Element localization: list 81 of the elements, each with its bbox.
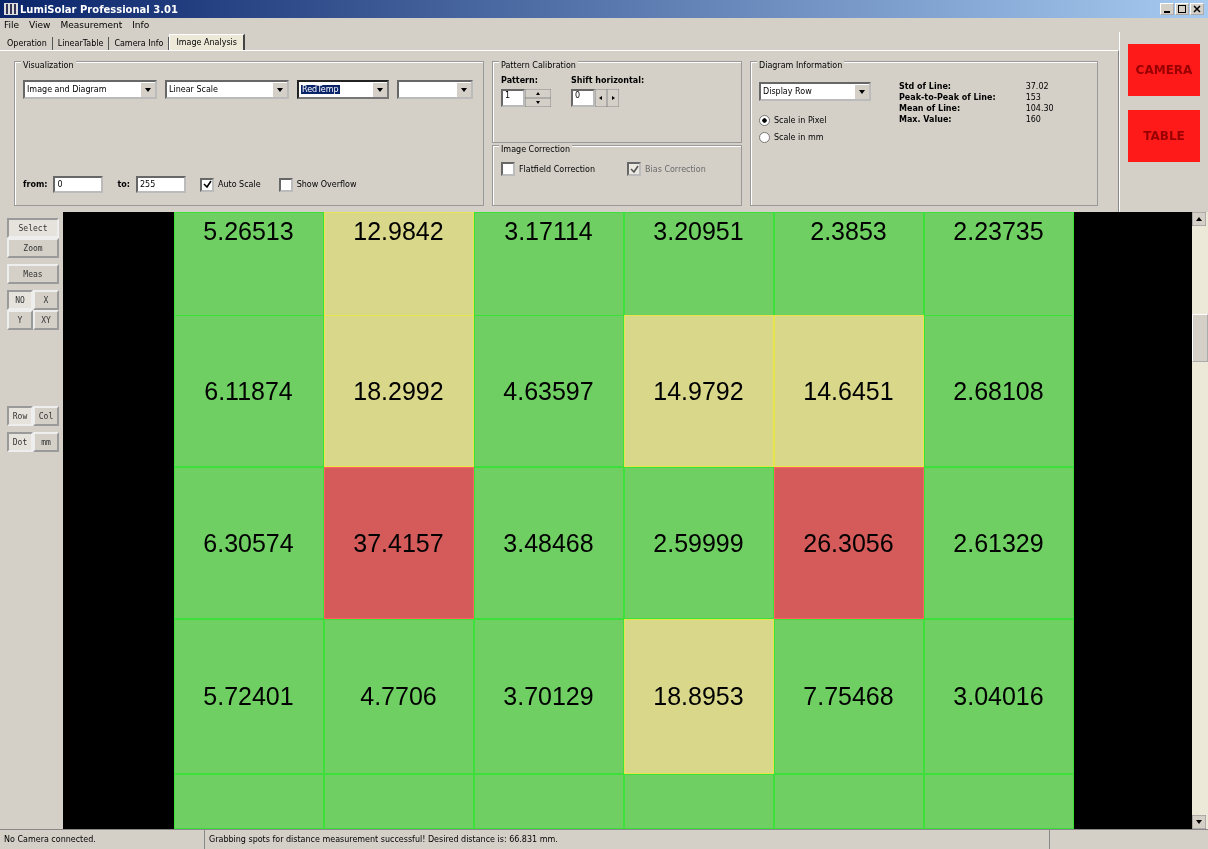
tool-button[interactable]: Meas xyxy=(7,264,59,284)
menu-item[interactable]: View xyxy=(29,20,51,30)
checkmark-icon xyxy=(202,180,212,189)
stat-value: 160 xyxy=(1025,115,1042,124)
tool-button[interactable]: NO xyxy=(7,290,33,310)
menu-item[interactable]: File xyxy=(4,20,20,30)
dropdown[interactable]: Linear Scale xyxy=(165,80,289,99)
dropdown[interactable]: RedTemp xyxy=(297,80,389,99)
tool-button[interactable]: Select xyxy=(7,218,59,238)
radio-button[interactable]: Scale in Pixel xyxy=(759,115,859,126)
close-icon xyxy=(1193,5,1201,13)
stat-value: 153 xyxy=(1025,93,1042,102)
to-label: to: xyxy=(117,180,130,189)
solar-cell: 3.48468 xyxy=(473,467,624,619)
tab[interactable]: LinearTable xyxy=(52,37,110,50)
tool-button[interactable]: Row xyxy=(7,406,33,426)
solar-cell: 18.8953 xyxy=(623,619,774,774)
checkbox[interactable]: Show Overflow xyxy=(278,177,357,192)
spin-field[interactable]: 1 xyxy=(501,89,551,107)
tool-button[interactable]: Col xyxy=(33,406,59,426)
solar-cell: 4.63597 xyxy=(473,315,624,467)
solar-cell: 5.72401 xyxy=(173,619,324,774)
stat-value: 37.02 xyxy=(1025,82,1050,91)
status-text: No Camera connected. xyxy=(0,830,205,849)
group-title: Pattern Calibration xyxy=(499,61,578,70)
from-label: from: xyxy=(23,180,48,189)
solar-cell: 4.7706 xyxy=(323,619,474,774)
maximize-button[interactable] xyxy=(1175,3,1189,15)
close-button[interactable] xyxy=(1190,3,1204,15)
solar-cell: 14.6451 xyxy=(773,315,924,467)
solar-cell: 3.70129 xyxy=(473,619,624,774)
solar-cell: 7.75468 xyxy=(773,619,924,774)
solar-cell: 14.9792 xyxy=(623,315,774,467)
group-title: Diagram Information xyxy=(757,61,845,70)
spinner-arrows-icon xyxy=(525,89,551,107)
tool-button[interactable]: Dot xyxy=(7,432,33,452)
to-field[interactable]: 255 xyxy=(136,176,186,193)
stat-value: 104.30 xyxy=(1025,104,1054,113)
radio-button[interactable]: Scale in mm xyxy=(759,132,859,143)
group-title: Image Correction xyxy=(499,145,572,154)
solar-cell: 26.3056 xyxy=(773,467,924,619)
solar-cell: 3.04016 xyxy=(923,619,1074,774)
shift-label: Shift horizontal: xyxy=(571,76,645,85)
solar-cell: 2.61329 xyxy=(923,467,1074,619)
minimize-button[interactable] xyxy=(1160,3,1174,15)
tab[interactable]: Operation xyxy=(2,37,53,50)
solar-cell: 2.59999 xyxy=(623,467,774,619)
menu-item[interactable]: Measurement xyxy=(60,20,123,30)
spinner-arrows-icon xyxy=(595,89,619,107)
stat-label: Max. Value: xyxy=(899,115,953,124)
dropdown[interactable]: Image and Diagram xyxy=(23,80,157,99)
window-title: LumiSolar Professional 3.01 xyxy=(20,3,178,15)
app-icon xyxy=(4,3,18,15)
solar-cell: 2.68108 xyxy=(923,315,1074,467)
scrollbar[interactable] xyxy=(1192,212,1208,829)
stat-label: Peak-to-Peak of Line: xyxy=(899,93,996,102)
tool-button[interactable]: X xyxy=(33,290,59,310)
menu-item[interactable]: Info xyxy=(132,20,150,30)
spin-field[interactable]: 0 xyxy=(571,89,645,107)
group-title: Visualization xyxy=(21,61,76,70)
solar-cell: 6.11874 xyxy=(173,315,324,467)
tool-button[interactable]: Zoom xyxy=(7,238,59,258)
stat-label: Mean of Line: xyxy=(899,104,962,113)
tab[interactable]: Image Analysis xyxy=(169,34,245,50)
dropdown[interactable] xyxy=(397,80,473,99)
checkmark-icon xyxy=(629,164,639,174)
scroll-thumb[interactable] xyxy=(1192,314,1208,362)
status-text: Grabbing spots for distance measurement successful! Desired distance is: 66.831 mm. xyxy=(205,830,1050,849)
tool-button[interactable]: XY xyxy=(33,310,59,330)
solar-cell: 37.4157 xyxy=(323,467,474,619)
tool-button[interactable]: mm xyxy=(33,432,59,452)
checkbox[interactable]: Flatfield Correction xyxy=(501,162,596,176)
from-field[interactable]: 0 xyxy=(53,176,104,193)
solar-cell: 6.30574 xyxy=(173,467,324,619)
tool-button[interactable]: Y xyxy=(7,310,33,330)
dropdown[interactable]: Display Row xyxy=(759,82,871,101)
checkbox[interactable]: Auto Scale xyxy=(200,177,261,192)
solar-cell: 18.2992 xyxy=(323,315,474,467)
maximize-icon xyxy=(1178,5,1186,13)
stat-label: Std of Line: xyxy=(899,82,953,91)
pattern-label: Pattern: xyxy=(501,76,539,85)
